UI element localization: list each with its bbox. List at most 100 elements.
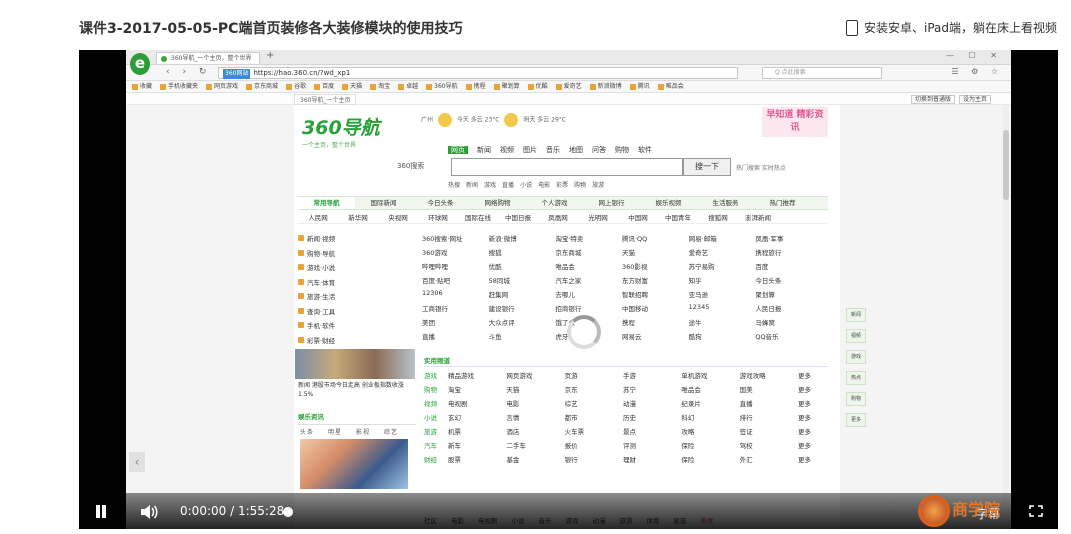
- sub-link[interactable]: 国际在线: [458, 212, 498, 222]
- panel-link[interactable]: 理财: [623, 454, 681, 464]
- video-player[interactable]: 360导航_一个主页，整个世界 + — ☐ ✕ e ‹ › ↻ ⌂ 360网站 h…: [79, 50, 1058, 529]
- panel-link[interactable]: 电影: [506, 398, 564, 408]
- category-list-item[interactable]: 汽车·体育: [298, 277, 416, 292]
- site-link[interactable]: 招商银行: [555, 303, 622, 313]
- hao360-logo[interactable]: 360导航 一个主页，整个世界: [302, 113, 380, 149]
- sub-link[interactable]: 中国网: [618, 212, 658, 222]
- panel-link[interactable]: 玄幻: [448, 412, 506, 422]
- bookmark-item[interactable]: 谷歌: [286, 81, 306, 92]
- search-tab[interactable]: 网页: [448, 146, 468, 154]
- panel-link[interactable]: 机票: [448, 426, 506, 436]
- set-homepage-link[interactable]: 设为主页: [958, 95, 991, 104]
- panel-link[interactable]: 电视剧: [448, 398, 506, 408]
- news-photo-caption[interactable]: 新闻 港股市场今日走高 创业板指数收涨1.5%: [298, 381, 416, 399]
- panel-link[interactable]: 直播: [740, 398, 798, 408]
- sub-link[interactable]: 澎湃新闻: [738, 212, 778, 222]
- site-link[interactable]: 工商银行: [422, 303, 489, 313]
- panel-link[interactable]: 签证: [740, 426, 798, 436]
- search-tab[interactable]: 地图: [569, 146, 583, 154]
- site-link[interactable]: 搜狐: [489, 247, 556, 257]
- panel-link[interactable]: 淘宝: [448, 384, 506, 394]
- panel-link[interactable]: 驾校: [740, 440, 798, 450]
- panel-link[interactable]: 京东: [565, 384, 623, 394]
- sub-link[interactable]: 中国日报: [498, 212, 538, 222]
- bookmark-item[interactable]: 优酷: [527, 81, 548, 92]
- promo-banner[interactable]: 早知道 精彩资讯: [762, 107, 828, 137]
- site-link[interactable]: 去哪儿: [555, 289, 622, 299]
- panel-link[interactable]: 苏宁: [623, 384, 681, 394]
- site-link[interactable]: 知乎: [689, 275, 756, 285]
- search-tab[interactable]: 软件: [638, 146, 652, 154]
- category-list-item[interactable]: 查询·工具: [298, 306, 416, 321]
- bookmark-item[interactable]: 百度: [314, 81, 334, 92]
- celebrity-photo[interactable]: [300, 439, 408, 489]
- panel-link[interactable]: 基金: [506, 454, 564, 464]
- category-list-item[interactable]: 游戏·小说: [298, 262, 416, 277]
- category-list-item[interactable]: 旅游·生活: [298, 291, 416, 306]
- search-tab[interactable]: 购物: [615, 146, 629, 154]
- scrollbar-thumb[interactable]: [1003, 130, 1009, 200]
- panel-link[interactable]: 唯品会: [681, 384, 739, 394]
- site-link[interactable]: 百度·贴吧: [422, 275, 489, 285]
- browser-tools[interactable]: ☰ ⚙ ☆: [951, 67, 1003, 76]
- sub-link[interactable]: 央视网: [378, 212, 418, 222]
- site-link[interactable]: 12345: [689, 303, 756, 313]
- search-tab[interactable]: 图片: [523, 146, 537, 154]
- panel-link[interactable]: 更多: [798, 440, 828, 450]
- category-tab[interactable]: 常用导航: [298, 197, 355, 209]
- site-link[interactable]: QQ音乐: [755, 331, 822, 341]
- panel-link[interactable]: 股票: [448, 454, 506, 464]
- site-link[interactable]: 凤凰·军事: [755, 233, 822, 243]
- site-link[interactable]: 淘宝·特卖: [555, 233, 622, 243]
- search-tab[interactable]: 视频: [500, 146, 514, 154]
- bookmark-item[interactable]: 腾讯: [629, 81, 650, 92]
- site-link[interactable]: 汽车之家: [555, 275, 622, 285]
- progress-handle[interactable]: [283, 507, 293, 517]
- float-shortcut[interactable]: 热点: [846, 371, 866, 385]
- category-tab[interactable]: 国际新闻: [355, 197, 412, 209]
- sub-link[interactable]: 搜狐网: [698, 212, 738, 222]
- panel-link[interactable]: 手游: [623, 370, 681, 380]
- bookmark-item[interactable]: 天猫: [342, 81, 362, 92]
- bookmark-item[interactable]: 聚划算: [493, 81, 520, 92]
- hot-word[interactable]: 彩票: [556, 182, 568, 189]
- site-link[interactable]: 腾讯·QQ: [622, 233, 689, 243]
- category-list-item[interactable]: 彩票·财经: [298, 335, 416, 350]
- side-news-tab[interactable]: 综艺: [384, 429, 398, 436]
- side-news-tab[interactable]: 影视: [356, 429, 370, 436]
- browser-tab[interactable]: 360导航_一个主页，整个世界: [156, 52, 260, 64]
- site-link[interactable]: 中国移动: [622, 303, 689, 313]
- site-link[interactable]: 大众点评: [489, 317, 556, 327]
- search-brand[interactable]: 360搜索: [397, 161, 424, 171]
- pause-icon[interactable]: [94, 505, 108, 519]
- panel-link[interactable]: 保险: [681, 440, 739, 450]
- panel-link[interactable]: 景点: [623, 426, 681, 436]
- panel-link[interactable]: 二手车: [506, 440, 564, 450]
- site-link[interactable]: 优酷: [489, 261, 556, 271]
- side-news-tab[interactable]: 明星: [328, 429, 342, 436]
- category-tab[interactable]: 个人游戏: [526, 197, 583, 209]
- search-button[interactable]: 搜一下: [683, 158, 731, 176]
- site-link[interactable]: 今日头条: [755, 275, 822, 285]
- sub-link[interactable]: 中国青年: [658, 212, 698, 222]
- panel-link[interactable]: 网页游戏: [506, 370, 564, 380]
- site-link[interactable]: 京东商城: [555, 247, 622, 257]
- panel-link[interactable]: 报价: [565, 440, 623, 450]
- site-link[interactable]: 唯品会: [555, 261, 622, 271]
- bookmark-item[interactable]: 手机收藏夹: [160, 81, 198, 92]
- category-tab[interactable]: 网络购物: [469, 197, 526, 209]
- panel-link[interactable]: 天猫: [506, 384, 564, 394]
- category-list-item[interactable]: 新闻·视频: [298, 233, 416, 248]
- site-link[interactable]: 网易云: [622, 331, 689, 341]
- site-link[interactable]: 人民日报: [755, 303, 822, 313]
- panel-link[interactable]: 页游: [565, 370, 623, 380]
- category-tab[interactable]: 网上银行: [583, 197, 640, 209]
- panel-link[interactable]: 更多: [798, 370, 828, 380]
- panel-link[interactable]: 更多: [798, 398, 828, 408]
- panel-link[interactable]: 新车: [448, 440, 506, 450]
- hot-word[interactable]: 游戏: [484, 182, 496, 189]
- site-link[interactable]: 360游戏: [422, 247, 489, 257]
- bookmark-item[interactable]: 爱奇艺: [555, 81, 582, 92]
- site-link[interactable]: 携程旅行: [755, 247, 822, 257]
- panel-link[interactable]: 精品游戏: [448, 370, 506, 380]
